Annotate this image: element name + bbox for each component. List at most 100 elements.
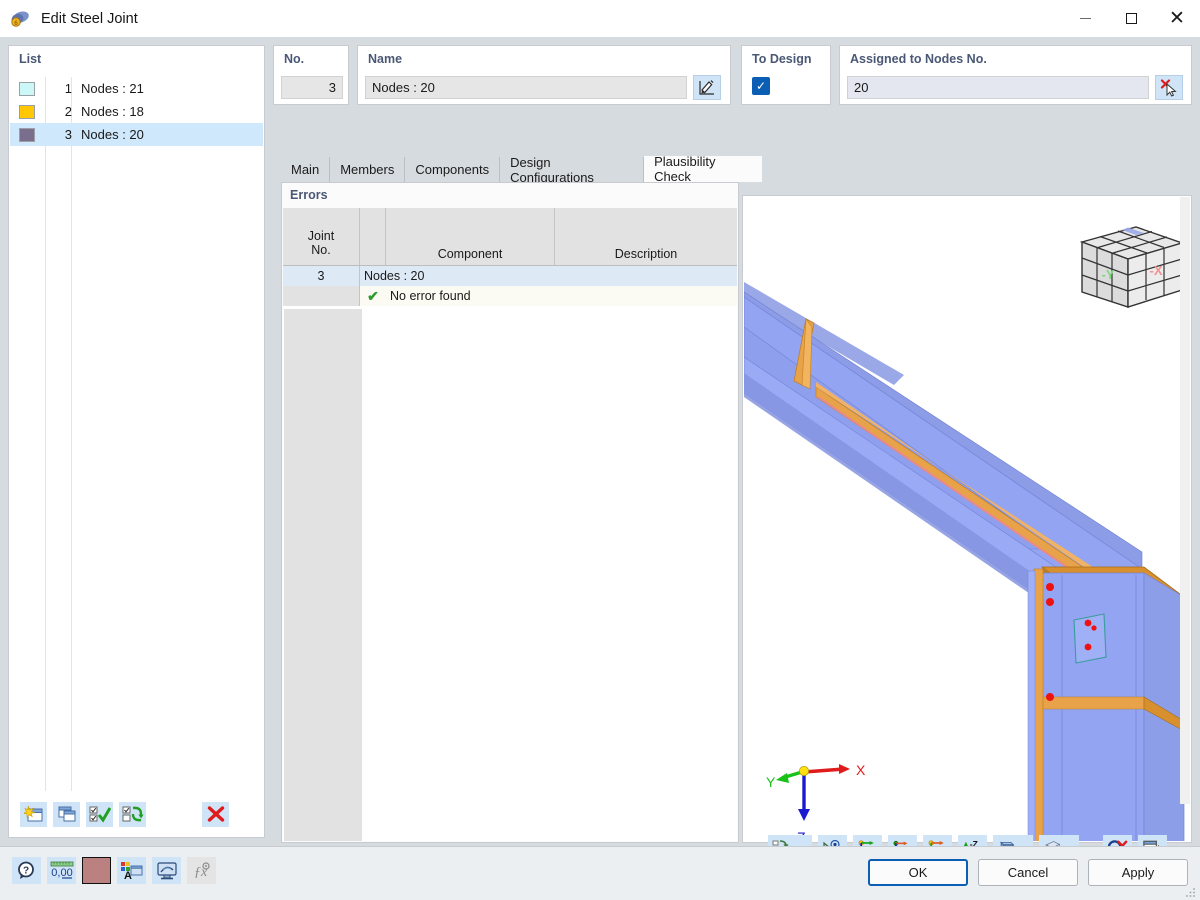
units-decimal-icon: 0,00 <box>50 861 74 881</box>
list-item[interactable]: 1 Nodes : 21 <box>10 77 263 100</box>
tab-main[interactable]: Main <box>281 157 330 182</box>
formula-icon: ƒx <box>191 861 213 880</box>
list-item[interactable]: 3 Nodes : 20 <box>10 123 263 146</box>
list-panel-legend: List <box>19 52 41 66</box>
row-message: No error found <box>386 286 737 306</box>
edit-steel-joint-window: 6 Edit Steel Joint ✕ List 1 Nodes : 21 <box>0 0 1200 900</box>
assigned-nodes-input[interactable]: 20 <box>847 76 1149 99</box>
ok-button[interactable]: OK <box>868 859 968 886</box>
color-swatch <box>19 82 35 96</box>
errors-table: Joint No. Component Description 3 Nodes … <box>283 208 737 841</box>
close-button[interactable]: ✕ <box>1154 0 1200 37</box>
cursor-pick-icon <box>1159 79 1179 97</box>
dialog-body: List 1 Nodes : 21 2 Nodes : 18 <box>0 37 1200 846</box>
list-item[interactable]: 2 Nodes : 18 <box>10 100 263 123</box>
svg-text:?: ? <box>22 865 28 876</box>
formula-button: ƒx <box>187 857 216 884</box>
errors-legend: Errors <box>290 188 328 202</box>
errors-table-header: Joint No. Component Description <box>283 221 737 266</box>
name-panel-legend: Name <box>368 52 402 66</box>
graphic-settings-button[interactable] <box>152 857 181 884</box>
list-item-label: Nodes : 18 <box>81 104 144 119</box>
to-design-checkbox[interactable]: ✓ <box>752 77 770 95</box>
table-row[interactable]: ✔ No error found <box>283 286 737 306</box>
display-settings-button[interactable]: A <box>117 857 146 884</box>
tab-members[interactable]: Members <box>330 157 405 182</box>
to-design-panel: To Design ✓ <box>741 45 831 105</box>
list-item-number: 3 <box>52 127 72 142</box>
name-panel: Name Nodes : 20 <box>357 45 731 105</box>
apply-button[interactable]: Apply <box>1088 859 1188 886</box>
steel-joint-icon: 6 <box>9 8 31 30</box>
errors-table-spacer-row <box>283 208 737 221</box>
dialog-footer: ? 0,00 <box>0 846 1200 900</box>
joint-no-line1: Joint <box>308 229 334 243</box>
minimize-button[interactable] <box>1062 0 1108 37</box>
cancel-button[interactable]: Cancel <box>978 859 1078 886</box>
assigned-nodes-panel: Assigned to Nodes No. 20 <box>839 45 1192 105</box>
select-all-button[interactable] <box>86 802 113 827</box>
tab-plausibility-check[interactable]: Plausibility Check <box>644 156 762 182</box>
column-header-description[interactable]: Description <box>555 221 737 265</box>
checkmark-icon: ✓ <box>756 80 766 92</box>
assigned-nodes-legend: Assigned to Nodes No. <box>850 52 987 66</box>
check-icon: ✔ <box>360 286 386 306</box>
axis-label-y: Y <box>766 774 776 790</box>
invert-selection-button[interactable] <box>119 802 146 827</box>
edit-name-button[interactable] <box>693 75 721 100</box>
color-swatch-button[interactable] <box>82 857 111 884</box>
copy-joint-button[interactable] <box>53 802 80 827</box>
resize-grip[interactable] <box>1185 886 1197 898</box>
list-panel: List 1 Nodes : 21 2 Nodes : 18 <box>8 45 265 838</box>
svg-text:ƒx: ƒx <box>194 865 208 880</box>
column-header-component[interactable]: Component <box>386 221 555 265</box>
joint-list[interactable]: 1 Nodes : 21 2 Nodes : 18 3 Nodes : 20 <box>10 77 263 791</box>
pick-nodes-button[interactable] <box>1155 75 1183 100</box>
number-panel-legend: No. <box>284 52 304 66</box>
window-controls: ✕ <box>1062 0 1200 37</box>
list-item-number: 2 <box>52 104 72 119</box>
text-display-icon: A <box>120 861 143 880</box>
delete-joint-button[interactable] <box>202 802 229 827</box>
list-item-number: 1 <box>52 81 72 96</box>
list-item-label: Nodes : 20 <box>81 127 144 142</box>
tab-components[interactable]: Components <box>405 157 500 182</box>
view-cube-icon: -Y -X <box>1082 227 1182 307</box>
list-item-label: Nodes : 21 <box>81 81 144 96</box>
errors-panel: Errors Joint No. <box>281 182 739 843</box>
viewport-3d[interactable]: -Y -X X Y Z <box>744 197 1190 841</box>
steel-joint-3d-model: -Y -X X Y Z <box>744 197 1190 841</box>
column-header-joint-no[interactable]: Joint No. <box>283 221 360 265</box>
monitor-settings-icon <box>156 861 178 880</box>
table-row[interactable]: 3 Nodes : 20 <box>283 266 737 286</box>
number-panel: No. 3 <box>273 45 349 105</box>
joint-no-line2: No. <box>308 243 334 257</box>
title-bar: 6 Edit Steel Joint ✕ <box>0 0 1200 37</box>
dialog-buttons: OK Cancel Apply <box>868 859 1188 886</box>
pencil-edit-icon <box>698 79 716 96</box>
tab-design-configurations[interactable]: Design Configurations <box>500 157 644 182</box>
view-cube-face-right: -X <box>1150 263 1163 278</box>
units-button[interactable]: 0,00 <box>47 857 76 884</box>
row-joint-no <box>283 286 360 306</box>
axis-label-x: X <box>856 762 866 778</box>
viewport-vertical-scrollbar[interactable] <box>1180 197 1190 804</box>
row-joint-no: 3 <box>283 266 360 286</box>
list-toolbar <box>10 792 263 836</box>
maximize-button[interactable] <box>1108 0 1154 37</box>
table-column-divider <box>361 309 362 841</box>
name-input[interactable]: Nodes : 20 <box>365 76 687 99</box>
viewport-panel[interactable]: -Y -X X Y Z <box>742 195 1192 843</box>
table-empty-left-column <box>284 309 361 841</box>
help-icon: ? <box>17 861 37 880</box>
help-button[interactable]: ? <box>12 857 41 884</box>
joint-number-field[interactable]: 3 <box>281 76 343 99</box>
to-design-legend: To Design <box>752 52 812 66</box>
tab-bar: Main Members Components Design Configura… <box>281 156 762 182</box>
color-swatch <box>19 128 35 142</box>
footer-toolbar: ? 0,00 <box>12 857 216 884</box>
window-title: Edit Steel Joint <box>41 11 138 27</box>
column-header-status[interactable] <box>360 221 386 265</box>
color-swatch <box>19 105 35 119</box>
new-joint-button[interactable] <box>20 802 47 827</box>
